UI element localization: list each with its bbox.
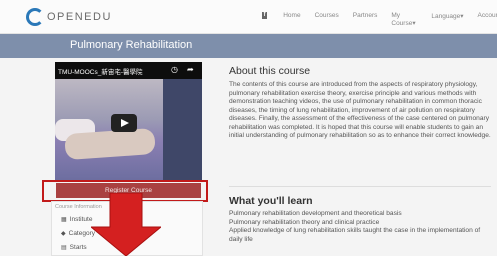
- about-heading: About this course: [229, 65, 311, 77]
- nav-my-courses-label: My Course: [391, 12, 413, 27]
- section-divider: [229, 186, 491, 187]
- calendar-icon: ▤: [61, 245, 67, 251]
- sidebar-item-label: Starts: [69, 244, 87, 251]
- play-button[interactable]: [111, 114, 137, 132]
- list-item: Applied knowledge of lung rehabilitation…: [229, 227, 481, 243]
- about-description: The contents of this course are introduc…: [229, 81, 491, 139]
- logo-text: OPENEDU: [47, 11, 112, 23]
- share-icon[interactable]: ➦: [187, 65, 194, 74]
- list-item: Pulmonary rehabilitation theory and clin…: [229, 218, 380, 226]
- chevron-down-icon: ▾: [412, 20, 416, 27]
- building-icon: ▦: [61, 217, 67, 223]
- main-nav: f Home Courses Partners My Course▾ Langu…: [262, 12, 497, 27]
- chevron-down-icon: ▾: [460, 13, 464, 20]
- about-section: About this course The contents of this c…: [229, 65, 491, 141]
- video-therapist: [163, 79, 202, 180]
- video-title: TMU-MOOCs_新宙宅-醫學院: [58, 69, 143, 76]
- nav-home[interactable]: Home: [283, 12, 300, 27]
- watch-later-icon[interactable]: ◷: [171, 65, 178, 74]
- nav-courses[interactable]: Courses: [315, 12, 339, 27]
- facebook-icon[interactable]: f: [262, 12, 268, 19]
- video-patient: [64, 127, 156, 161]
- sidebar-item-label: Institute: [69, 216, 93, 223]
- nav-language-label: Language: [431, 13, 461, 20]
- sidebar-item-institute: ▦ Institute: [61, 216, 92, 223]
- list-item: Pulmonary rehabilitation development and…: [229, 210, 402, 217]
- nav-partners[interactable]: Partners: [353, 12, 378, 27]
- learn-list: Pulmonary rehabilitation development and…: [229, 210, 491, 244]
- course-title: Pulmonary Rehabilitation: [70, 39, 193, 51]
- top-navbar: OPENEDU f Home Courses Partners My Cours…: [0, 0, 497, 34]
- red-arrow-icon: [91, 193, 161, 256]
- learn-heading: What you'll learn: [229, 195, 313, 207]
- site-logo[interactable]: OPENEDU: [26, 8, 112, 26]
- course-title-band: Pulmonary Rehabilitation: [0, 34, 497, 58]
- nav-language[interactable]: Language▾: [431, 12, 463, 27]
- nav-my-courses[interactable]: My Course▾: [391, 12, 417, 27]
- nav-account[interactable]: Account: [478, 12, 497, 27]
- sidebar-item-starts: ▤ Starts: [61, 244, 87, 251]
- tag-icon: ◆: [61, 231, 66, 237]
- logo-mark-icon: [26, 8, 44, 26]
- sidebar-item-category: ◆ Category: [61, 230, 95, 237]
